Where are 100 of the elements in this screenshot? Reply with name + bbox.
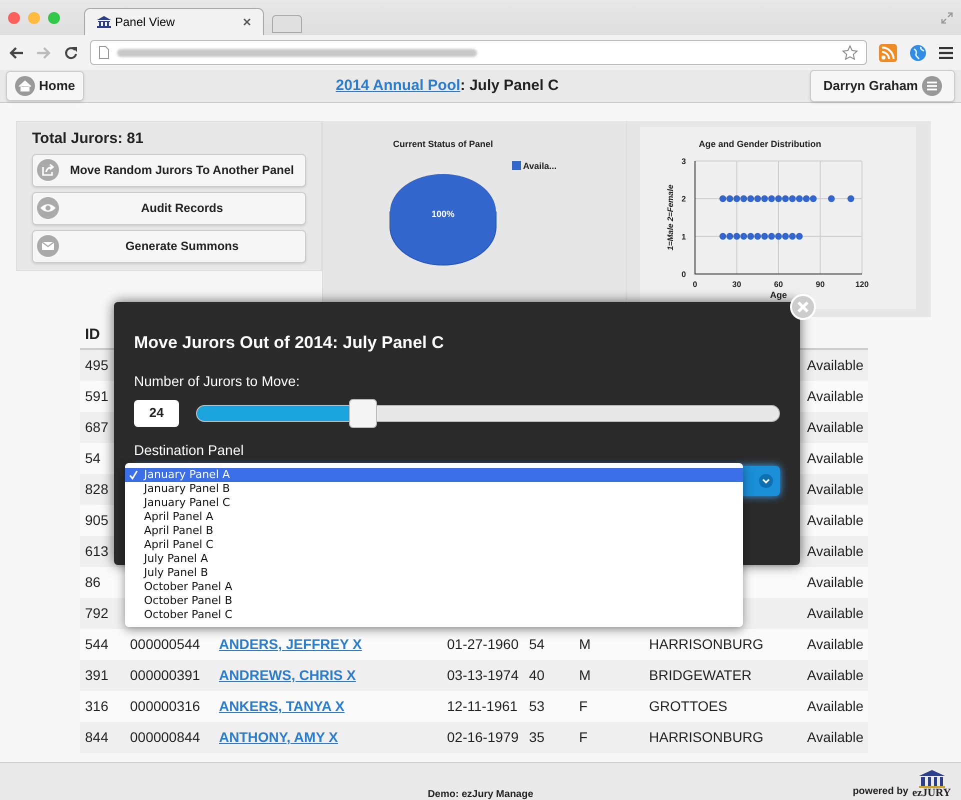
tick-label: 90: [816, 280, 825, 289]
legend-label: Availa...: [523, 161, 557, 171]
share-icon: [37, 159, 59, 181]
table-cell: 828: [85, 481, 108, 497]
table-cell: Available: [807, 543, 864, 559]
new-tab-button[interactable]: [272, 14, 302, 32]
address-bar[interactable]: [90, 40, 867, 65]
chevron-icon: [758, 472, 774, 488]
count-label: Number of Jurors to Move:: [134, 372, 301, 390]
dropdown-option[interactable]: January Panel A: [125, 468, 743, 482]
table-cell: HARRISONBURG: [649, 636, 764, 652]
dropdown-option[interactable]: January Panel B: [125, 482, 743, 496]
table-cell: BRIDGEWATER: [649, 667, 752, 683]
tick-label: 120: [855, 280, 869, 289]
tab-title: Panel View: [115, 14, 175, 30]
count-field[interactable]: 24: [134, 400, 179, 426]
table-cell: 54: [85, 450, 101, 466]
envelope-icon: [37, 235, 59, 257]
table-cell: 000000316: [130, 698, 200, 714]
user-menu-button[interactable]: Darryn Graham: [810, 70, 955, 102]
forward-icon[interactable]: [36, 46, 52, 60]
star-icon[interactable]: [842, 44, 858, 60]
eye-icon: [37, 197, 59, 219]
table-cell: F: [579, 698, 588, 714]
dropdown-option[interactable]: October Panel C: [125, 608, 743, 622]
pool-link[interactable]: 2014 Annual Pool: [336, 76, 460, 94]
dropdown-option[interactable]: July Panel B: [125, 566, 743, 580]
dropdown-option[interactable]: October Panel B: [125, 594, 743, 608]
tick-label: 3: [682, 157, 686, 166]
back-icon[interactable]: [8, 46, 24, 60]
table-cell: 86: [85, 574, 101, 590]
table-cell: 544: [85, 636, 108, 652]
close-icon[interactable]: [243, 18, 251, 26]
dropdown-option[interactable]: April Panel A: [125, 510, 743, 524]
tick-label: 30: [732, 280, 742, 289]
tick-label: 60: [774, 280, 783, 289]
juror-link[interactable]: ANDREWS, CHRIS X: [219, 667, 356, 683]
dropdown-option[interactable]: October Panel A: [125, 580, 743, 594]
table-cell: 000000544: [130, 636, 200, 652]
home-icon: [15, 76, 35, 96]
panel-title: : July Panel C: [460, 76, 559, 94]
chart-title: Age and Gender Distribution: [698, 139, 822, 149]
columns-icon: [97, 16, 111, 28]
check-icon: [129, 470, 138, 480]
table-cell: 35: [529, 729, 545, 745]
tick-label: 0: [692, 280, 698, 289]
action-button[interactable]: Generate Summons: [32, 230, 306, 262]
juror-link[interactable]: ANKERS, TANYA X: [219, 698, 345, 714]
table-cell: Available: [807, 388, 864, 404]
table-cell: Available: [807, 450, 864, 466]
table-cell: 613: [85, 543, 108, 559]
action-button[interactable]: Audit Records: [32, 192, 306, 224]
columns-icon: [916, 770, 947, 788]
table-cell: 687: [85, 419, 108, 435]
globe-icon[interactable]: [909, 44, 927, 62]
maximize-window-button[interactable]: [48, 12, 60, 24]
rss-icon[interactable]: [879, 44, 897, 62]
table-cell: F: [579, 729, 588, 745]
logo-text: ezJURY: [912, 788, 951, 799]
total-jurors: Total Jurors: 81: [32, 129, 144, 149]
menu-icon[interactable]: [939, 46, 953, 58]
table-cell: Available: [807, 698, 864, 714]
table-cell: 53: [529, 698, 545, 714]
dropdown-option[interactable]: July Panel A: [125, 552, 743, 566]
table-cell: Available: [807, 357, 864, 373]
slider-thumb[interactable]: [348, 398, 377, 428]
table-cell: Available: [807, 729, 864, 745]
table-cell: 591: [85, 388, 108, 404]
close-window-button[interactable]: [8, 12, 20, 24]
powered-by-label: powered by: [852, 785, 908, 799]
juror-link[interactable]: ANTHONY, AMY X: [219, 729, 338, 745]
table-cell: 03-13-1974: [447, 667, 519, 683]
table-cell: 391: [85, 667, 108, 683]
modal-title: Move Jurors Out of 2014: July Panel C: [134, 332, 445, 354]
table-cell: 905: [85, 512, 108, 528]
juror-link[interactable]: ANDERS, JEFFREY X: [219, 636, 362, 652]
browser-tab[interactable]: Panel View: [84, 8, 264, 35]
table-cell: 12-11-1961: [447, 698, 518, 714]
data-point: [847, 195, 854, 202]
reload-icon[interactable]: [64, 46, 78, 60]
chart-title: Current Status of Panel: [393, 139, 493, 149]
fullscreen-icon[interactable]: [941, 12, 953, 24]
dropdown-option[interactable]: April Panel B: [125, 524, 743, 538]
home-button[interactable]: Home: [6, 71, 84, 101]
action-button[interactable]: Move Random Jurors To Another Panel: [32, 154, 306, 186]
table-cell: Available: [807, 512, 864, 528]
table-cell: 40: [529, 667, 545, 683]
table-cell: 000000391: [130, 667, 200, 683]
table-cell: 495: [85, 357, 108, 373]
table-cell: GROTTOES: [649, 698, 728, 714]
table-cell: Available: [807, 419, 864, 435]
table-cell: HARRISONBURG: [649, 729, 764, 745]
table-cell: 792: [85, 605, 108, 621]
table-cell: 000000844: [130, 729, 200, 745]
table-cell: 02-16-1979: [447, 729, 519, 745]
dropdown-option[interactable]: January Panel C: [125, 496, 743, 510]
table-cell: 844: [85, 729, 108, 745]
table-cell: 01-27-1960: [447, 636, 519, 652]
dropdown-option[interactable]: April Panel C: [125, 538, 743, 552]
table-cell: Available: [807, 667, 864, 683]
